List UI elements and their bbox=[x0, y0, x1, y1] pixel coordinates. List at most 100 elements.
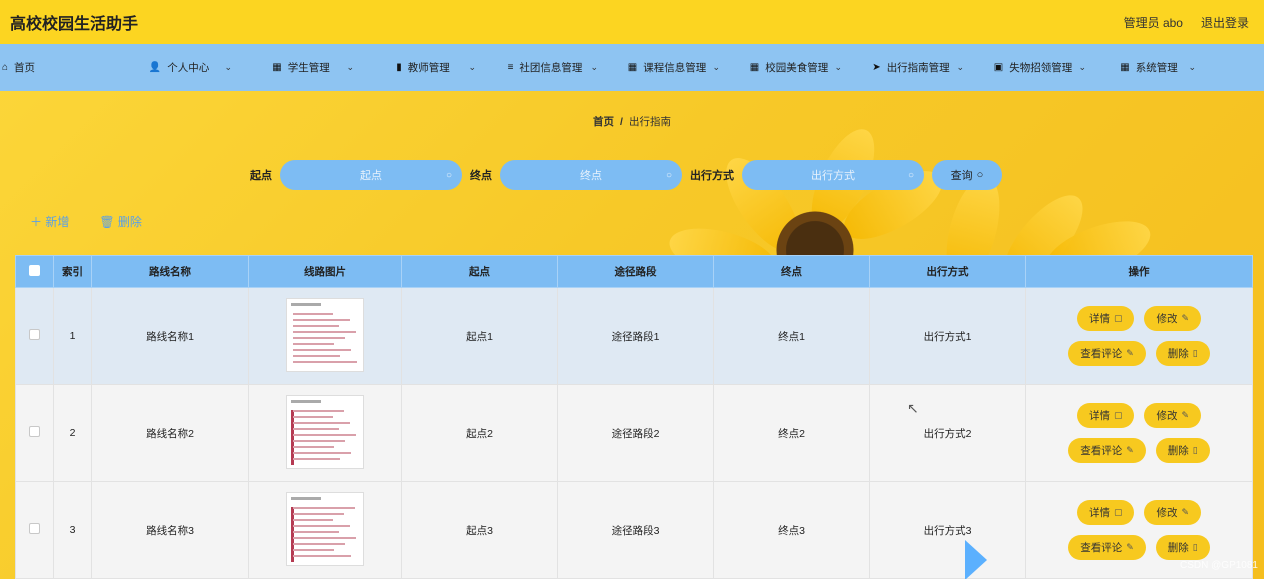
chevron-down-icon: ⌄ bbox=[224, 62, 232, 72]
app-title: 高校校园生活助手 bbox=[10, 16, 139, 33]
edit-button[interactable]: 修改 ✎ bbox=[1144, 500, 1202, 525]
column-header: 操作 bbox=[1025, 255, 1253, 288]
comments-button[interactable]: 查看评论 ✎ bbox=[1068, 535, 1146, 560]
chevron-down-icon: ⌄ bbox=[834, 62, 842, 72]
nav-item-6[interactable]: ▦ 校园美食管理 ⌄ bbox=[728, 44, 850, 91]
query-button[interactable]: 查询 ○ bbox=[932, 160, 1002, 190]
nav-item-5[interactable]: ▦ 课程信息管理 ⌄ bbox=[606, 44, 728, 91]
select-all-checkbox[interactable] bbox=[29, 264, 40, 276]
row-checkbox[interactable] bbox=[29, 426, 40, 437]
start-cell: 起点2 bbox=[401, 384, 558, 482]
comments-label: 查看评论 bbox=[1080, 542, 1123, 554]
table-row: 1 路线名称1 起点1 途径路段1 终点1 出行方式1 详情 ▢ 修改 ✎ 查看评论… bbox=[15, 287, 1253, 385]
row-checkbox[interactable] bbox=[29, 523, 40, 534]
column-header: 途径路段 bbox=[557, 255, 714, 288]
select-all-cell bbox=[15, 255, 54, 288]
top-header: 高校校园生活助手 管理员 abo 退出登录 bbox=[0, 0, 1264, 44]
breadcrumb-separator: / bbox=[620, 116, 623, 128]
pencil-icon: ✎ bbox=[1181, 507, 1190, 517]
add-button[interactable]: ＋ 新增 bbox=[30, 213, 69, 230]
nav-item-label: 系统管理 bbox=[1135, 62, 1178, 74]
user-area: 管理员 abo 退出登录 bbox=[1124, 14, 1249, 31]
play-logo-icon bbox=[965, 540, 1005, 579]
route-image[interactable] bbox=[286, 297, 364, 372]
bulk-delete-button[interactable]: 🗑 删除 bbox=[99, 213, 142, 230]
document-icon: ▢ bbox=[1113, 507, 1123, 517]
nav-item-0[interactable]: ⌂ 首页 bbox=[0, 44, 118, 91]
comments-button[interactable]: 查看评论 ✎ bbox=[1068, 341, 1146, 366]
nav-item-label: 首页 bbox=[14, 62, 36, 74]
delete-label: 删除 bbox=[1167, 445, 1189, 457]
chevron-down-icon: ⌄ bbox=[590, 62, 598, 72]
comments-label: 查看评论 bbox=[1080, 445, 1123, 457]
bulk-actions: ＋ 新增 🗑 删除 bbox=[30, 213, 142, 230]
chevron-down-icon: ⌄ bbox=[956, 62, 964, 72]
pencil-icon: ✎ bbox=[1181, 410, 1190, 420]
nav-item-3[interactable]: ▮ 教师管理 ⌄ bbox=[362, 44, 484, 91]
route-image-cell bbox=[248, 384, 402, 482]
document-icon: ▢ bbox=[1113, 313, 1123, 323]
end-input[interactable]: 终点 ○ bbox=[500, 160, 682, 190]
nav-item-9[interactable]: ▦ 系统管理 ⌄ bbox=[1094, 44, 1204, 91]
row-select-cell bbox=[15, 287, 54, 385]
ops-cell: 详情 ▢ 修改 ✎ 查看评论 ✎ 删除 ▯ bbox=[1025, 384, 1253, 482]
home-icon: ⌂ bbox=[2, 62, 9, 73]
nav-item-label: 社团信息管理 bbox=[519, 62, 583, 74]
nav-item-1[interactable]: 👤 个人中心 ⌄ bbox=[118, 44, 240, 91]
row-select-cell bbox=[15, 384, 54, 482]
detail-button[interactable]: 详情 ▢ bbox=[1076, 403, 1135, 428]
chevron-down-icon: ⌄ bbox=[712, 62, 720, 72]
breadcrumb: 首页 / 出行指南 bbox=[0, 114, 1264, 129]
detail-button[interactable]: 详情 ▢ bbox=[1076, 306, 1135, 331]
nav-item-4[interactable]: ≡ 社团信息管理 ⌄ bbox=[484, 44, 606, 91]
detail-label: 详情 bbox=[1088, 507, 1110, 519]
route-image[interactable] bbox=[286, 491, 364, 566]
delete-button[interactable]: 删除 ▯ bbox=[1155, 535, 1210, 560]
grid-icon: ▦ bbox=[627, 62, 638, 73]
main-nav: ⌂ 首页 👤 个人中心 ⌄ ▦ 学生管理 ⌄ ▮ 教师管理 ⌄ ≡ 社团信息管理 ⌄ ▦ 课程信息管理 ⌄ ▦ 校园… bbox=[0, 44, 1264, 91]
nav-item-8[interactable]: ▣ 失物招领管理 ⌄ bbox=[972, 44, 1094, 91]
user-icon: 👤 bbox=[148, 62, 162, 73]
index-cell: 2 bbox=[53, 384, 92, 482]
route-image-cell bbox=[248, 287, 402, 385]
start-cell: 起点3 bbox=[401, 481, 558, 579]
start-cell: 起点1 bbox=[401, 287, 558, 385]
row-checkbox[interactable] bbox=[29, 329, 40, 340]
delete-label: 删除 bbox=[1167, 542, 1189, 554]
route-image[interactable] bbox=[286, 394, 364, 469]
mode-cell: 出行方式2 bbox=[869, 384, 1026, 482]
nav-item-2[interactable]: ▦ 学生管理 ⌄ bbox=[240, 44, 362, 91]
mouse-cursor-icon: ↖ bbox=[907, 400, 919, 416]
delete-button[interactable]: 删除 ▯ bbox=[1155, 341, 1210, 366]
detail-button[interactable]: 详情 ▢ bbox=[1076, 500, 1135, 525]
search-icon: ○ bbox=[976, 169, 984, 181]
pencil-icon: ✎ bbox=[1126, 542, 1134, 552]
edit-button[interactable]: 修改 ✎ bbox=[1144, 403, 1202, 428]
query-button-label: 查询 bbox=[950, 170, 973, 182]
start-input[interactable]: 起点 ○ bbox=[280, 160, 462, 190]
table-row: 2 路线名称2 起点2 途径路段2 终点2 出行方式2 详情 ▢ 修改 ✎ 查看评论… bbox=[15, 384, 1253, 482]
search-form: 起点 起点 ○ 终点 终点 ○ 出行方式 出行方式 ○ 查询 ○ bbox=[250, 160, 1002, 190]
nav-item-7[interactable]: ➤ 出行指南管理 ⌄ bbox=[850, 44, 972, 91]
index-cell: 1 bbox=[53, 287, 92, 385]
chevron-down-icon: ⌄ bbox=[346, 62, 354, 72]
nav-item-label: 教师管理 bbox=[407, 62, 450, 74]
nav-item-label: 校园美食管理 bbox=[765, 62, 829, 74]
edit-button[interactable]: 修改 ✎ bbox=[1144, 306, 1202, 331]
start-placeholder: 起点 bbox=[360, 170, 382, 182]
send-icon: ➤ bbox=[872, 62, 881, 73]
mode-placeholder: 出行方式 bbox=[811, 170, 855, 182]
logout-link[interactable]: 退出登录 bbox=[1201, 14, 1249, 31]
mode-input[interactable]: 出行方式 ○ bbox=[742, 160, 924, 190]
breadcrumb-home[interactable]: 首页 bbox=[593, 116, 614, 128]
comments-button[interactable]: 查看评论 ✎ bbox=[1068, 438, 1146, 463]
mode-cell: 出行方式1 bbox=[869, 287, 1026, 385]
column-header: 起点 bbox=[401, 255, 558, 288]
bar-chart-icon: ▮ bbox=[396, 62, 402, 73]
delete-button[interactable]: 删除 ▯ bbox=[1155, 438, 1210, 463]
chevron-down-icon: ⌄ bbox=[1078, 62, 1086, 72]
mode-label: 出行方式 bbox=[690, 170, 734, 182]
grid-icon: ▦ bbox=[1120, 62, 1130, 73]
grid-icon: ▦ bbox=[749, 62, 760, 73]
end-label: 终点 bbox=[470, 170, 492, 182]
